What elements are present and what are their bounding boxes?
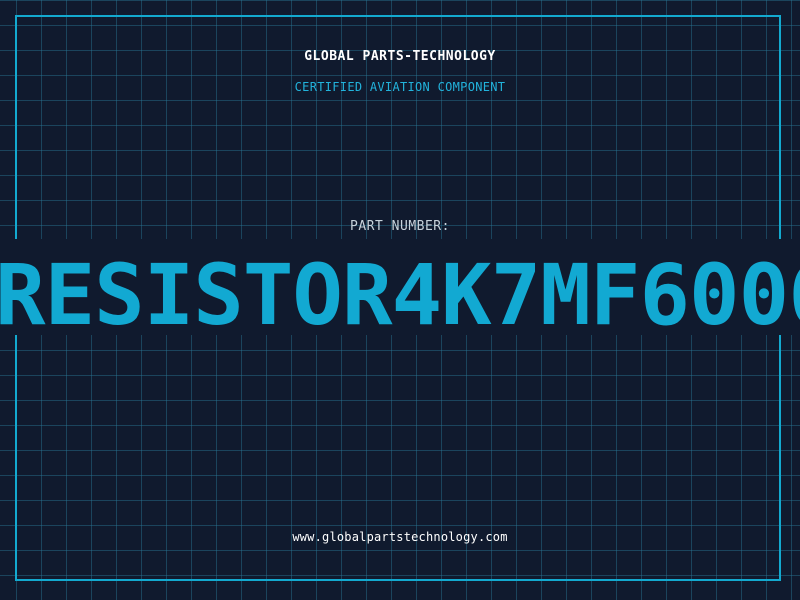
part-number-value: RESISTOR4K7MF6006W1	[0, 246, 800, 344]
certification-text: CERTIFIED AVIATION COMPONENT	[294, 80, 506, 94]
label-header: GLOBAL PARTS-TECHNOLOGY CERTIFIED AVIATI…	[0, 48, 800, 95]
website-url: www.globalpartstechnology.com	[292, 530, 508, 544]
label-canvas: GLOBAL PARTS-TECHNOLOGY CERTIFIED AVIATI…	[0, 0, 800, 600]
part-number-label: PART NUMBER:	[350, 219, 450, 234]
company-name: GLOBAL PARTS-TECHNOLOGY	[304, 49, 496, 64]
